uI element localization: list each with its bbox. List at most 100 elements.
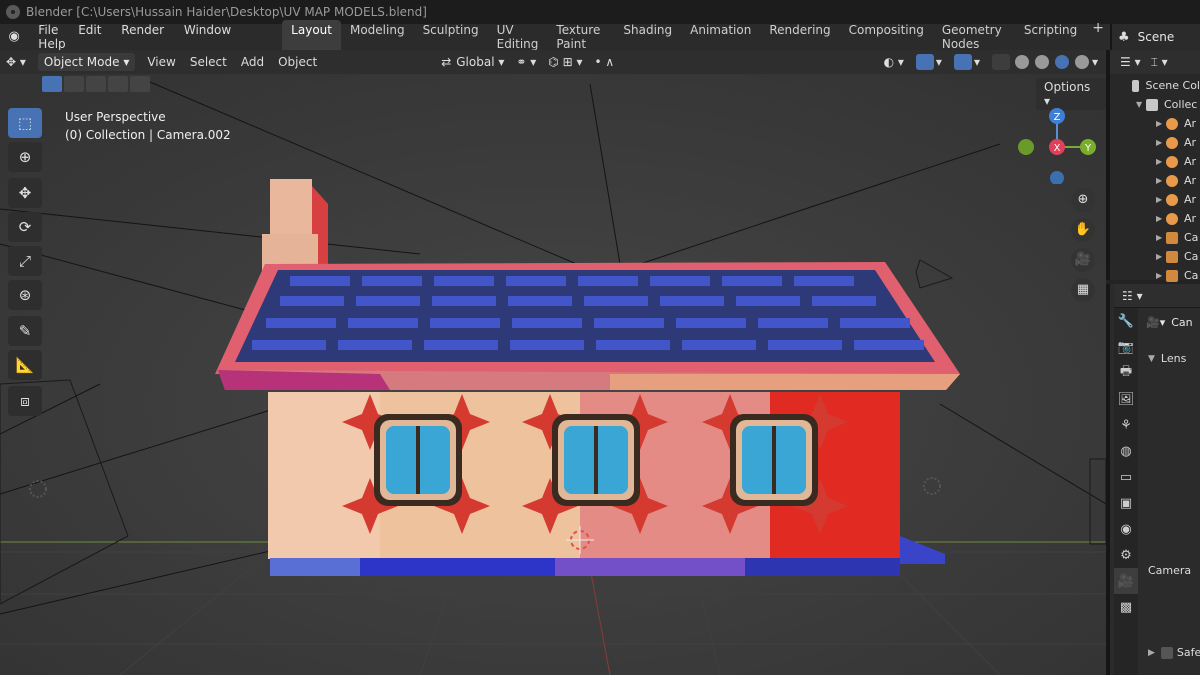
scene-tab-icon[interactable]: ⚘ bbox=[1114, 412, 1138, 438]
perspective-toggle-icon[interactable]: ▦ bbox=[1071, 278, 1095, 302]
overlay-dropdown-icon[interactable]: ▾ bbox=[974, 55, 980, 69]
gizmo-neg-y-icon[interactable] bbox=[1018, 139, 1034, 155]
tab-scripting[interactable]: Scripting bbox=[1015, 20, 1086, 54]
outliner-row[interactable]: ▶ Ar bbox=[1110, 152, 1200, 171]
measure-tool-icon[interactable]: 📐 bbox=[8, 350, 42, 380]
solid-shading-icon[interactable] bbox=[1034, 55, 1049, 69]
tab-rendering[interactable]: Rendering bbox=[760, 20, 839, 54]
annotate-tool-icon[interactable]: ✎ bbox=[8, 316, 42, 346]
proportional-edit-icon[interactable]: • ∧ bbox=[594, 55, 614, 69]
expand-arrow-icon[interactable]: ▶ bbox=[1156, 214, 1166, 223]
gizmo-dropdown-icon[interactable]: ▾ bbox=[936, 55, 942, 69]
mode-dropdown[interactable]: Object Mode ▾ bbox=[37, 53, 136, 71]
material-shading-icon[interactable] bbox=[1054, 55, 1069, 69]
camera-datablock-field[interactable]: 🎥▾ Can bbox=[1146, 316, 1193, 329]
scene-selector[interactable]: ♣ Scene bbox=[1110, 24, 1200, 50]
transform-orientation-dropdown[interactable]: ⇄ Global ▾ bbox=[441, 55, 504, 69]
menu-file[interactable]: File bbox=[30, 23, 66, 37]
tab-texture-paint[interactable]: Texture Paint bbox=[547, 20, 614, 54]
add-cube-tool-icon[interactable]: ⧈ bbox=[8, 386, 42, 416]
menu-add[interactable]: Add bbox=[241, 55, 264, 69]
expand-arrow-icon[interactable]: ▶ bbox=[1156, 271, 1166, 280]
overlay-toggle-icon[interactable] bbox=[953, 54, 972, 70]
rendered-shading-icon[interactable] bbox=[1074, 55, 1089, 69]
menu-render[interactable]: Render bbox=[113, 23, 172, 37]
expand-arrow-icon[interactable]: ▶ bbox=[1156, 252, 1166, 261]
tab-modeling[interactable]: Modeling bbox=[341, 20, 414, 54]
3d-viewport[interactable]: User Perspective (0) Collection | Camera… bbox=[0, 74, 1106, 675]
gizmo-neg-z-icon[interactable] bbox=[1050, 171, 1064, 184]
cursor-tool-icon[interactable]: ⊕ bbox=[8, 142, 42, 172]
camera-view-icon[interactable]: 🎥 bbox=[1071, 248, 1095, 272]
object-tab-icon[interactable]: ▣ bbox=[1114, 490, 1138, 516]
expand-arrow-icon[interactable]: ▶ bbox=[1156, 195, 1166, 204]
outliner-row[interactable]: ▼ Collec bbox=[1110, 95, 1200, 114]
select-subtract-icon[interactable] bbox=[86, 76, 106, 92]
tab-compositing[interactable]: Compositing bbox=[840, 20, 933, 54]
tab-geometry-nodes[interactable]: Geometry Nodes bbox=[933, 20, 1015, 54]
gizmo-toggle-icon[interactable] bbox=[915, 54, 934, 70]
outliner-row[interactable]: ▶ Ca bbox=[1110, 228, 1200, 247]
outliner-editor-icon[interactable]: ☰ ▾ bbox=[1120, 55, 1141, 69]
menu-view[interactable]: View bbox=[147, 55, 175, 69]
tab-sculpting[interactable]: Sculpting bbox=[414, 20, 488, 54]
outliner-row[interactable]: ▶ Ca bbox=[1110, 247, 1200, 266]
scale-tool-icon[interactable]: ⤢ bbox=[8, 246, 42, 276]
expand-arrow-icon[interactable]: ▶ bbox=[1156, 233, 1166, 242]
menu-select[interactable]: Select bbox=[190, 55, 227, 69]
outliner-row[interactable]: ▶ Ar bbox=[1110, 190, 1200, 209]
select-new-icon[interactable] bbox=[42, 76, 62, 92]
navigation-gizmo[interactable]: Z Y X bbox=[1012, 104, 1102, 184]
blender-menu-icon[interactable]: ◉ bbox=[6, 28, 22, 46]
expand-arrow-icon[interactable]: ▶ bbox=[1156, 157, 1166, 166]
outliner-row[interactable]: ▶ Ar bbox=[1110, 114, 1200, 133]
outliner-row[interactable]: ▶ Ca bbox=[1110, 266, 1200, 285]
collection-tab-icon[interactable]: ▭ bbox=[1114, 464, 1138, 490]
expand-arrow-icon[interactable]: ▶ bbox=[1156, 138, 1166, 147]
texture-tab-icon[interactable]: ▩ bbox=[1114, 594, 1138, 620]
outliner-row[interactable]: Scene Col bbox=[1110, 76, 1200, 95]
zoom-icon[interactable]: ⊕ bbox=[1071, 188, 1095, 212]
tab-layout[interactable]: Layout bbox=[282, 20, 341, 54]
move-tool-icon[interactable]: ✥ bbox=[8, 178, 42, 208]
select-extend-icon[interactable] bbox=[64, 76, 84, 92]
lens-panel-header[interactable]: ▼ Lens bbox=[1148, 352, 1186, 365]
view-layer-tab-icon[interactable]: 🖼 bbox=[1114, 386, 1138, 412]
select-intersect-icon[interactable] bbox=[130, 76, 150, 92]
shading-dropdown-icon[interactable]: ▾ bbox=[1092, 55, 1098, 69]
camera-data-tab-icon[interactable]: 🎥 bbox=[1114, 568, 1138, 594]
world-tab-icon[interactable]: ◍ bbox=[1114, 438, 1138, 464]
rotate-tool-icon[interactable]: ⟳ bbox=[8, 212, 42, 242]
select-invert-icon[interactable] bbox=[108, 76, 128, 92]
outliner-row[interactable]: ▶ Ar bbox=[1110, 209, 1200, 228]
tab-uv-editing[interactable]: UV Editing bbox=[488, 20, 548, 54]
editor-type-icon[interactable]: ✥ ▾ bbox=[6, 55, 26, 69]
snap-icon[interactable]: ⌬ ⊞ ▾ bbox=[548, 55, 582, 69]
xray-toggle-icon[interactable] bbox=[991, 54, 1010, 70]
menu-edit[interactable]: Edit bbox=[70, 23, 109, 37]
safe-areas-checkbox[interactable] bbox=[1160, 646, 1173, 659]
menu-object[interactable]: Object bbox=[278, 55, 317, 69]
transform-tool-icon[interactable]: ⊛ bbox=[8, 280, 42, 310]
select-box-tool-icon[interactable]: ⬚ bbox=[8, 108, 42, 138]
outliner-filter-icon[interactable]: ⌶ ▾ bbox=[1151, 55, 1168, 70]
output-tab-icon[interactable]: 🖶 bbox=[1114, 360, 1138, 386]
expand-arrow-icon[interactable]: ▶ bbox=[1156, 119, 1166, 128]
menu-help[interactable]: Help bbox=[30, 37, 73, 51]
physics-tab-icon[interactable]: ◉ bbox=[1114, 516, 1138, 542]
constraints-tab-icon[interactable]: ⚙ bbox=[1114, 542, 1138, 568]
render-tab-icon[interactable]: 📷 bbox=[1114, 334, 1138, 360]
outliner-row[interactable]: ▶ Ar bbox=[1110, 133, 1200, 152]
tool-tab-icon[interactable]: 🔧 bbox=[1114, 308, 1138, 334]
safe-areas-panel-header[interactable]: ▶ Safe bbox=[1148, 646, 1200, 659]
expand-arrow-icon[interactable]: ▼ bbox=[1136, 100, 1146, 109]
tab-animation[interactable]: Animation bbox=[681, 20, 760, 54]
visibility-icon[interactable]: ◐ ▾ bbox=[884, 55, 904, 69]
menu-window[interactable]: Window bbox=[176, 23, 239, 37]
pivot-icon[interactable]: ⚭ ▾ bbox=[516, 55, 536, 69]
expand-arrow-icon[interactable]: ▶ bbox=[1156, 176, 1166, 185]
tab-shading[interactable]: Shading bbox=[614, 20, 681, 54]
outliner-row[interactable]: ▶ Ar bbox=[1110, 171, 1200, 190]
add-workspace-button[interactable]: + bbox=[1086, 20, 1110, 54]
pan-hand-icon[interactable]: ✋ bbox=[1071, 218, 1095, 242]
